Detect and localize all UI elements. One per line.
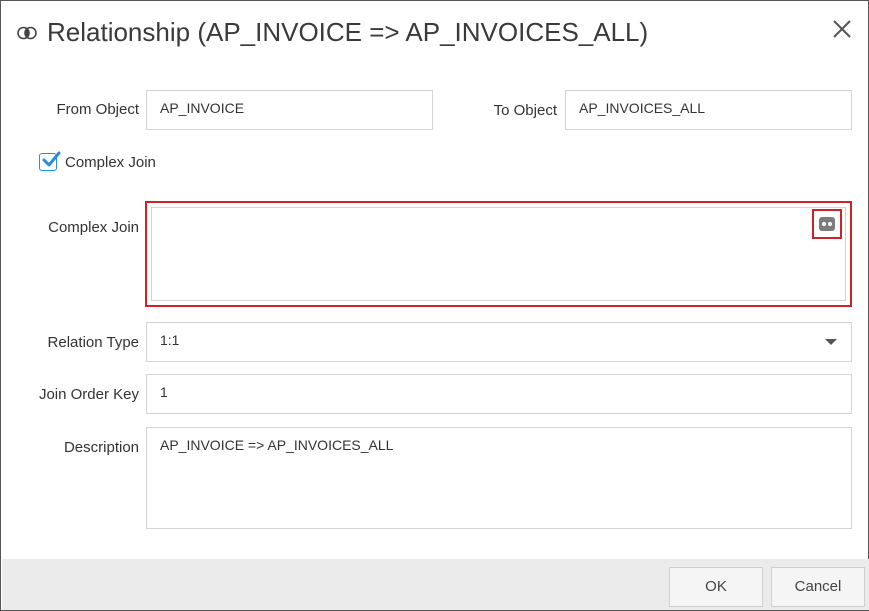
ok-button[interactable]: OK: [669, 567, 763, 607]
checkmark-icon: [42, 151, 61, 167]
chevron-down-icon[interactable]: [825, 339, 837, 345]
complex-join-checkbox-label[interactable]: Complex Join: [65, 154, 156, 171]
cancel-button[interactable]: Cancel: [771, 567, 865, 607]
join-order-key-field[interactable]: 1: [146, 374, 852, 414]
dialog-title: Relationship (AP_INVOICE => AP_INVOICES_…: [47, 17, 649, 47]
from-object-label: From Object: [56, 101, 139, 118]
relation-type-select[interactable]: 1:1: [146, 322, 852, 362]
complex-join-label: Complex Join: [48, 219, 139, 236]
description-textarea[interactable]: AP_INVOICE => AP_INVOICES_ALL: [146, 427, 852, 529]
relation-type-label: Relation Type: [47, 334, 139, 351]
complex-join-highlight: [145, 201, 852, 307]
complex-join-textarea[interactable]: [151, 207, 846, 301]
from-object-field[interactable]: AP_INVOICE: [146, 90, 433, 130]
description-label: Description: [63, 439, 139, 456]
relation-type-value: 1:1: [160, 332, 180, 348]
expression-editor-button[interactable]: [812, 209, 842, 239]
to-object-label: To Object: [493, 102, 557, 119]
dialog-footer: OK Cancel: [2, 559, 869, 610]
to-object-field[interactable]: AP_INVOICES_ALL: [565, 90, 852, 130]
close-icon[interactable]: [831, 18, 853, 40]
complex-join-checkbox[interactable]: [39, 151, 61, 171]
join-order-key-label: Join Order Key: [38, 386, 139, 403]
overlap-circles-icon: [17, 26, 37, 40]
expression-editor-icon: [819, 217, 835, 231]
relationship-dialog: Relationship (AP_INVOICE => AP_INVOICES_…: [0, 0, 869, 611]
